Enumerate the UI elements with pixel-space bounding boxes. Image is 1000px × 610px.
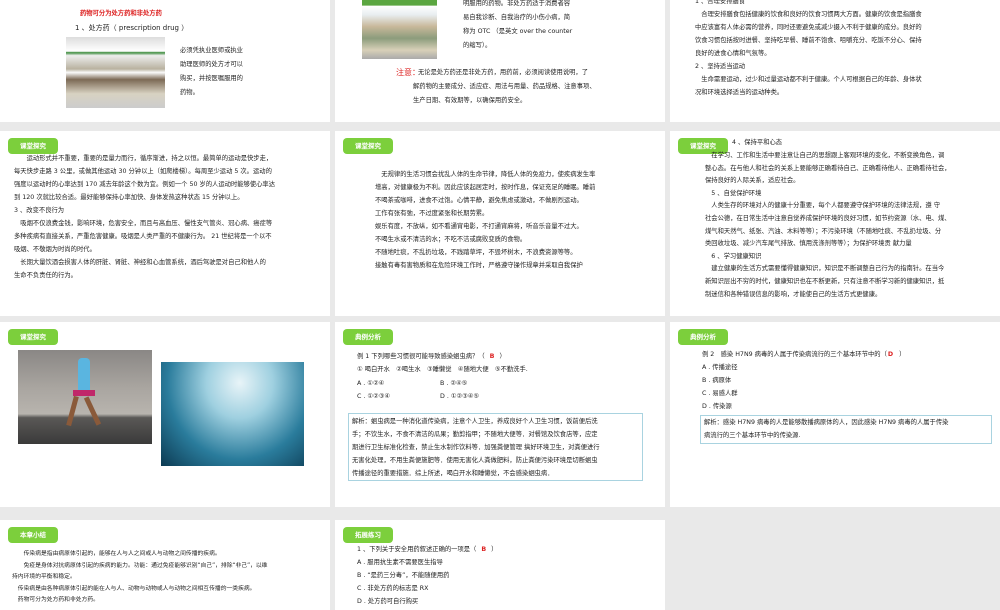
option-b: B . 病原体 (702, 377, 732, 384)
option-d: D . ①②③④⑤ (440, 393, 480, 400)
section-badge: 本章小结 (8, 527, 58, 543)
option-a: A . ①②④ (357, 380, 385, 387)
slide-thumbnail-9[interactable]: 典例分析 例 2 感染 H7N9 病毒的人属于传染病流行的三个基本环节中的（D）… (670, 322, 1000, 507)
diet-exercise-text: 1 、合理安排膳食 合理安排膳食包括健康的饮食和良好的饮食习惯两大方面。健康的饮… (695, 0, 922, 96)
slide-thumbnail-6[interactable]: 课堂探究 4 、保持平和心态 在学习、工作和生活中要注意让自己的思想跟上客观环境… (670, 131, 1000, 316)
lifestyle-text: 无规律的生活习惯会扰乱人体的生命节律，降低人体的免疫力，使疾病发生率 增高，对健康… (375, 171, 596, 269)
option-a: A . 传播途径 (702, 364, 738, 371)
option-d: D . 传染源 (702, 403, 732, 410)
prescription-definition: 必须凭执业医师或执业 助理医师的处方才可以 购买，并按医嘱服用的 药物。 (180, 47, 243, 96)
mindset-heading: 4 、保持平和心态 (732, 139, 783, 146)
slide-thumbnail-3[interactable]: 1 、合理安排膳食 合理安排膳食包括健康的饮食和良好的饮食习惯两大方面。健康的饮… (670, 0, 1000, 122)
pharmacy-shelf-image (362, 0, 437, 59)
slide-thumbnail-8[interactable]: 典例分析 例 1 下列哪些习惯很可能导致感染蛔虫病？（ B） ① 喝白开水 ②喝生… (335, 322, 665, 507)
pharmacy-image (66, 37, 165, 108)
option-a: A . 服用抗生素不需要医生指导 (357, 559, 443, 566)
section-badge: 典例分析 (343, 329, 393, 345)
slide-thumbnail-2[interactable]: 明服用的药物。非处方药适于消费者容 易自我诊断、自我治疗的小伤小病，简 称为 OTC… (335, 0, 665, 122)
slide-thumbnail-7[interactable]: 课堂探究 (0, 322, 330, 507)
option-c: C . 易感人群 (702, 390, 738, 397)
slide-subtitle: 1 、处方药（ prescription drug ） (75, 24, 189, 32)
example-question: 例 2 感染 H7N9 病毒的人属于传染病流行的三个基本环节中的（D） (702, 351, 906, 358)
answer-mark: D (887, 351, 894, 358)
exercise-question: 1 、下列关于安全用药叙述正确的一项是（ B） (357, 546, 498, 553)
slide-thumbnail-5[interactable]: 课堂探究 无规律的生活习惯会扰乱人体的生命节律，降低人体的免疫力，使疾病发生率增… (335, 131, 665, 316)
example-question: 例 1 下列哪些习惯很可能导致感染蛔虫病？（ B） (357, 353, 506, 360)
health-habits-text: 在学习、工作和生活中要注意让自己的思想跟上客观环境的变化，不断变换角色，调 整心态… (705, 152, 951, 298)
slide-title: 药物可分为处方药和非处方药 (80, 10, 162, 17)
option-c: C . ①②③④ (357, 393, 390, 400)
slide-thumbnail-4[interactable]: 课堂探究 运动形式并不重要，重要的是量力而行，循序渐进，持之以恒。最简单的运动是… (0, 131, 330, 316)
swimmers-image (161, 362, 304, 466)
analysis-box: 解析：蛔虫病是一种消化道传染病，注意个人卫生，养成良好个人卫生习惯，饭前便后洗手… (348, 413, 643, 481)
option-b: B . “是药三分毒”，不能随便用药 (357, 572, 450, 579)
note-label: 注意： (396, 68, 420, 77)
answer-mark: B (481, 546, 487, 553)
option-d: D . 处方药可自行购买 (357, 598, 419, 605)
slide-thumbnail-1[interactable]: 药物可分为处方药和非处方药 1 、处方药（ prescription drug … (0, 0, 330, 122)
section-badge: 典例分析 (678, 329, 728, 345)
slide-thumbnail-11[interactable]: 拓展练习 1 、下列关于安全用药叙述正确的一项是（ B） A . 服用抗生素不需要… (335, 520, 665, 610)
section-badge: 课堂探究 (8, 329, 58, 345)
exercise-text: 运动形式并不重要，重要的是量力而行，循序渐进，持之以恒。最简单的运动是快步走，每… (14, 155, 276, 279)
answer-mark: B (489, 353, 495, 360)
runner-image (18, 350, 152, 444)
analysis-box: 解析：感染 H7N9 病毒的人是能够散播病原体的人，因此感染 H7N9 病毒的人… (700, 415, 992, 444)
option-c: C . 非处方药的标志是 RX (357, 585, 429, 592)
section-badge: 拓展练习 (343, 527, 393, 543)
section-badge: 课堂探究 (343, 138, 393, 154)
habit-items: ① 喝白开水 ②喝生水 ③睡懒觉 ④随地大便 ⑤不勤洗手. (357, 366, 528, 373)
option-b: B . ②④⑤ (440, 380, 468, 387)
slide-thumbnail-10[interactable]: 本章小结 传染病是指由病原体引起的，能够在人与人之间或人与动物之间传播的疾病。 … (0, 520, 330, 610)
note-text: 无论是处方药还是非处方药，用药前，必须阅读使用说明，了 解药物的主要成分、适应症、… (413, 69, 596, 104)
summary-text: 传染病是指由病原体引起的，能够在人与人之间或人与动物之间传播的疾病。 免疫是身体… (12, 551, 268, 603)
otc-description: 明服用的药物。非处方药适于消费者容 易自我诊断、自我治疗的小伤小病，简 称为 OTC… (463, 0, 573, 49)
